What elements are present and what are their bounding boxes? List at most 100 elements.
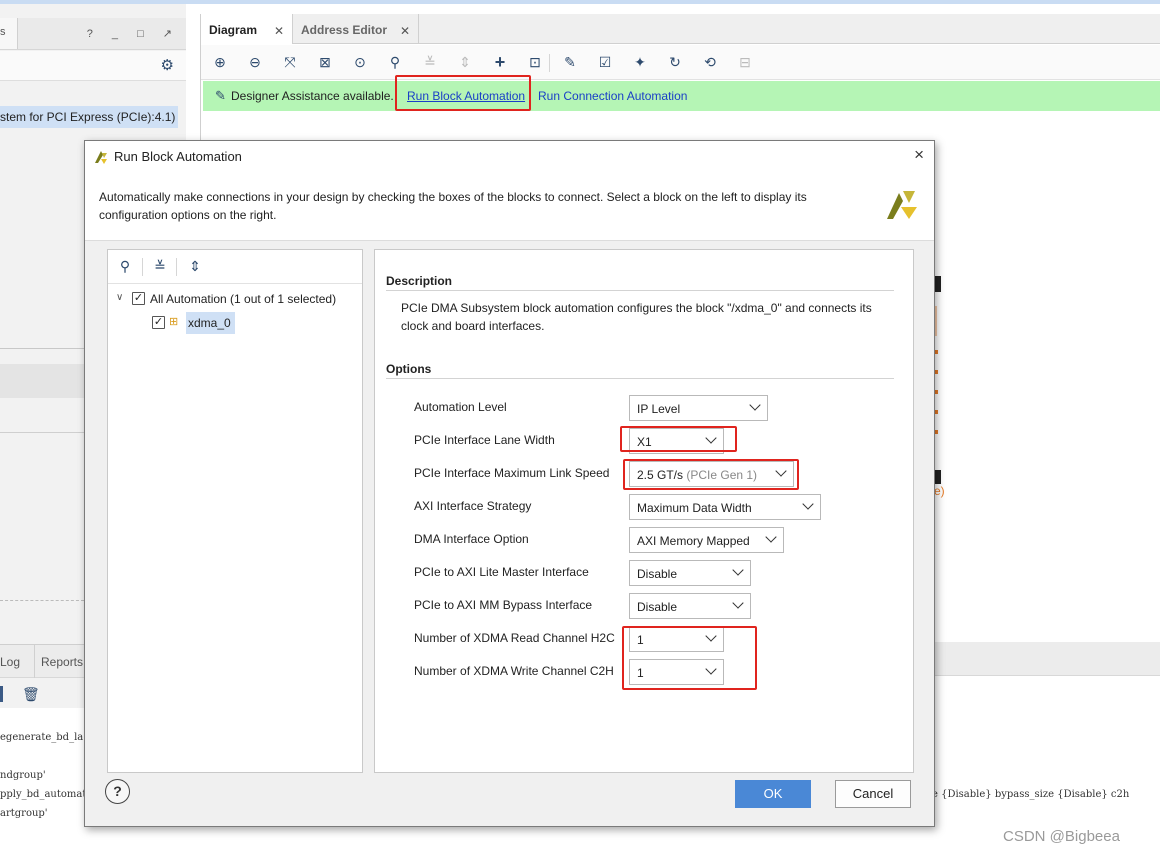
regenerate-icon[interactable]: ⟲ [700,52,720,72]
ip-icon[interactable]: ⊟ [735,52,755,72]
tab-address-editor[interactable]: Address Editor ✕ [293,14,419,44]
help-button[interactable]: ? [105,779,130,804]
left-panel-tab[interactable]: s [0,18,18,49]
add-module-icon[interactable]: ⊡ [525,52,545,72]
collapse-all-icon[interactable]: ≚ [151,258,169,276]
wrench-icon[interactable]: ✎ [560,52,580,72]
dialog-title: Run Block Automation [114,149,242,164]
option-label: PCIe Interface Maximum Link Speed [414,466,610,480]
chevron-down-icon [732,597,744,609]
fit-selection-icon[interactable]: ⊠ [315,52,335,72]
watermark: CSDN @Bigbeea [1003,828,1120,845]
toolbar-separator [142,258,143,276]
automation-tree-panel: ⚲ ≚ ⇕ ∨ ✓ All Automation (1 out of 1 sel… [107,249,363,773]
zoom-in-icon[interactable]: ⊕ [210,52,230,72]
console-line: artgroup' [0,808,48,819]
ip-block-icon: ⊞ [169,316,179,328]
description-heading: Description [386,274,453,288]
chevron-down-icon [765,531,777,543]
dashed-divider [0,600,84,601]
tree-root-label: All Automation (1 out of 1 selected) [150,292,337,306]
collapse-icon[interactable]: ≚ [420,52,440,72]
vivado-logo-icon [95,151,107,164]
gear-icon[interactable]: ⚙ [161,56,174,74]
pin-icon[interactable]: ✦ [630,52,650,72]
divider [386,290,894,291]
toolbar-separator [176,258,177,276]
run-block-automation-dialog: Run Block Automation × Automatically mak… [84,140,935,827]
zoom-out-icon[interactable]: ⊖ [245,52,265,72]
search-icon[interactable]: ⚲ [385,52,405,72]
expand-all-icon[interactable]: ⇕ [186,258,204,276]
trash-icon[interactable]: 🗑 [22,686,40,703]
left-panel-header: s ? _ □ ↗ [0,18,186,50]
option-label: AXI Interface Strategy [414,499,532,513]
refresh-icon[interactable]: ↻ [665,52,685,72]
tab-address-editor-label: Address Editor [301,23,388,37]
option-label: PCIe Interface Lane Width [414,433,555,447]
select-value: AXI Memory Mapped [637,534,750,548]
pushpin-icon: ✎ [215,88,226,103]
axi-mm-bypass-select[interactable]: Disable [629,593,751,619]
target-icon[interactable]: ⊙ [350,52,370,72]
option-label: PCIe to AXI MM Bypass Interface [414,598,593,612]
chevron-down-icon [802,498,814,510]
dialog-description: Automatically make connections in your d… [99,190,807,222]
cancel-button[interactable]: Cancel [835,780,911,808]
vivado-logo-icon [887,191,917,219]
automation-level-select[interactable]: IP Level [629,395,768,421]
toolbar-separator [549,54,550,72]
block-description: PCIe DMA Subsystem block automation conf… [401,301,872,333]
console-line: e {Disable} bypass_size {Disable} c2h [932,789,1130,800]
tab-diagram[interactable]: Diagram ✕ [201,14,293,44]
diagram-label-fragment: e) [934,484,945,498]
highlight-box [623,459,799,490]
ok-button[interactable]: OK [735,780,811,808]
dialog-title-bar: Run Block Automation × [85,141,934,171]
axi-strategy-select[interactable]: Maximum Data Width [629,494,821,520]
bottom-panel-header [930,642,1160,676]
tab-log[interactable]: Log [0,655,20,669]
xdma-checkbox[interactable]: ✓ [152,316,165,329]
select-value: Disable [637,600,678,614]
toolbar-fragment [0,686,3,702]
search-icon[interactable]: ⚲ [116,258,134,276]
dma-interface-select[interactable]: AXI Memory Mapped [629,527,784,553]
option-label: Number of XDMA Write Channel C2H [414,664,614,678]
chevron-down-icon [732,564,744,576]
options-heading: Options [386,362,432,376]
add-icon[interactable]: + [490,52,510,72]
divider [386,378,894,379]
select-value: IP Level [637,402,681,416]
fit-icon[interactable]: ⤧ [280,52,300,72]
highlight-box [395,75,531,111]
select-value: Maximum Data Width [637,501,752,515]
editor-tab-bar: Diagram ✕ Address Editor ✕ [201,14,1160,44]
highlight-box [620,426,737,452]
console-line: egenerate_bd_la [0,732,84,743]
console-line: ndgroup' [0,770,46,781]
tree-item-label: xdma_0 [186,312,235,334]
option-label: Automation Level [414,400,507,414]
assistance-message: Designer Assistance available. [231,89,394,103]
tab-reports[interactable]: Reports [34,645,83,678]
all-automation-checkbox[interactable]: ✓ [132,292,145,305]
run-connection-automation-link[interactable]: Run Connection Automation [538,89,687,103]
option-label: Number of XDMA Read Channel H2C [414,631,615,645]
designer-assistance-bar: ✎ Designer Assistance available. Run Blo… [203,81,1160,111]
close-icon[interactable]: ✕ [274,24,284,38]
diagram-toolbar: ⊕ ⊖ ⤧ ⊠ ⊙ ⚲ ≚ ⇕ + ⊡ ✎ ☑ ✦ ↻ ⟲ ⊟ [201,45,1160,80]
select-value: Disable [637,567,678,581]
validate-icon[interactable]: ☑ [595,52,615,72]
axi-lite-master-select[interactable]: Disable [629,560,751,586]
close-icon[interactable]: ✕ [400,24,410,38]
chevron-down-icon [749,399,761,411]
close-icon[interactable]: × [914,145,924,165]
tab-diagram-label: Diagram [209,23,258,37]
expand-icon[interactable]: ⇕ [455,52,475,72]
left-panel-toolbar: ⚙ [0,51,186,81]
chevron-down-icon[interactable]: ∨ [116,292,123,303]
sources-selected-item[interactable]: stem for PCI Express (PCIe):4.1) [0,106,178,128]
window-controls[interactable]: ? _ □ ↗ [87,27,180,40]
tree-toolbar: ⚲ ≚ ⇕ [108,250,362,284]
